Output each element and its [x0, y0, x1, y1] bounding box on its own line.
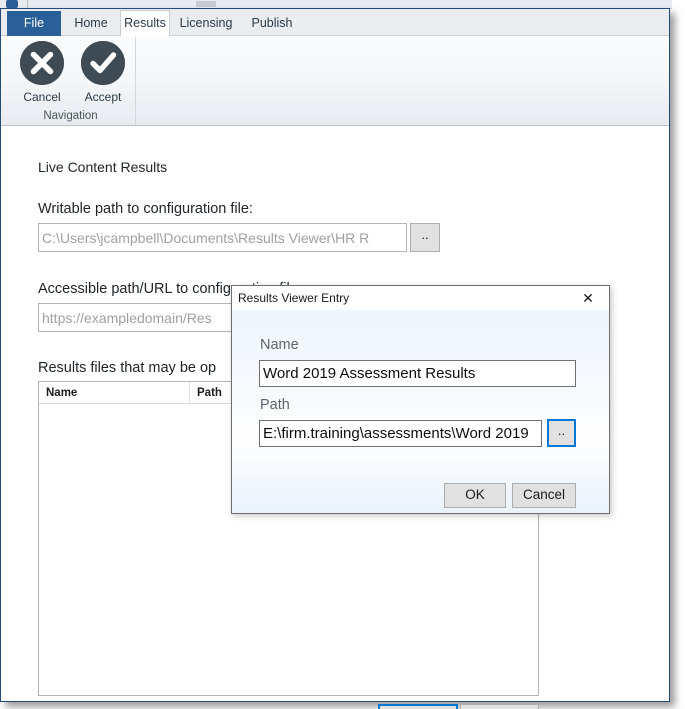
dialog-titlebar: Results Viewer Entry ✕ — [232, 286, 609, 310]
tab-publish[interactable]: Publish — [244, 10, 300, 36]
close-icon[interactable]: ✕ — [567, 286, 609, 310]
accept-button[interactable]: Accept — [73, 41, 133, 104]
parent-app-icon — [6, 0, 18, 8]
dialog-name-label: Name — [260, 337, 299, 353]
writable-path-label: Writable path to configuration file: — [38, 201, 253, 217]
dialog-title: Results Viewer Entry — [238, 291, 350, 305]
tab-licensing[interactable]: Licensing — [172, 10, 240, 36]
results-files-label: Results files that may be op — [38, 360, 217, 376]
writable-path-input[interactable] — [38, 223, 407, 252]
tab-file[interactable]: File — [7, 11, 61, 36]
dialog-cancel-button[interactable]: Cancel — [512, 483, 576, 508]
parent-window-button — [196, 1, 216, 7]
cancel-circle-x-icon — [20, 41, 64, 85]
accept-circle-check-icon — [81, 41, 125, 85]
page-title: Live Content Results — [38, 159, 168, 175]
add-button[interactable]: Add — [378, 704, 458, 709]
dialog-name-input[interactable] — [259, 360, 576, 387]
dialog-body: Name Path .. OK Cancel — [232, 310, 609, 513]
parent-toolbar-field — [27, 0, 148, 8]
accept-button-label: Accept — [84, 90, 122, 104]
tab-results[interactable]: Results — [120, 10, 170, 37]
ribbon-body: Cancel Accept Navigation — [1, 36, 669, 126]
ribbon: File Home Results Licensing Publish Canc… — [1, 9, 669, 126]
ribbon-tabstrip: File Home Results Licensing Publish — [1, 9, 669, 37]
remove-button[interactable]: Remove — [460, 704, 539, 709]
screenshot-root: File Home Results Licensing Publish Canc… — [0, 0, 685, 709]
writable-path-browse-button[interactable]: .. — [410, 223, 440, 252]
dialog-path-browse-button[interactable]: .. — [547, 419, 576, 447]
grid-column-name[interactable]: Name — [39, 382, 189, 404]
cancel-button-label: Cancel — [23, 90, 61, 104]
results-viewer-entry-dialog: Results Viewer Entry ✕ Name Path .. OK C… — [231, 285, 610, 514]
tab-home[interactable]: Home — [63, 10, 119, 36]
dialog-path-label: Path — [260, 397, 290, 413]
ribbon-group-title: Navigation — [43, 110, 98, 122]
ribbon-group-navigation: Cancel Accept Navigation — [5, 36, 136, 125]
dialog-ok-button[interactable]: OK — [444, 483, 506, 508]
dialog-path-input[interactable] — [259, 420, 542, 447]
cancel-button[interactable]: Cancel — [12, 41, 72, 104]
